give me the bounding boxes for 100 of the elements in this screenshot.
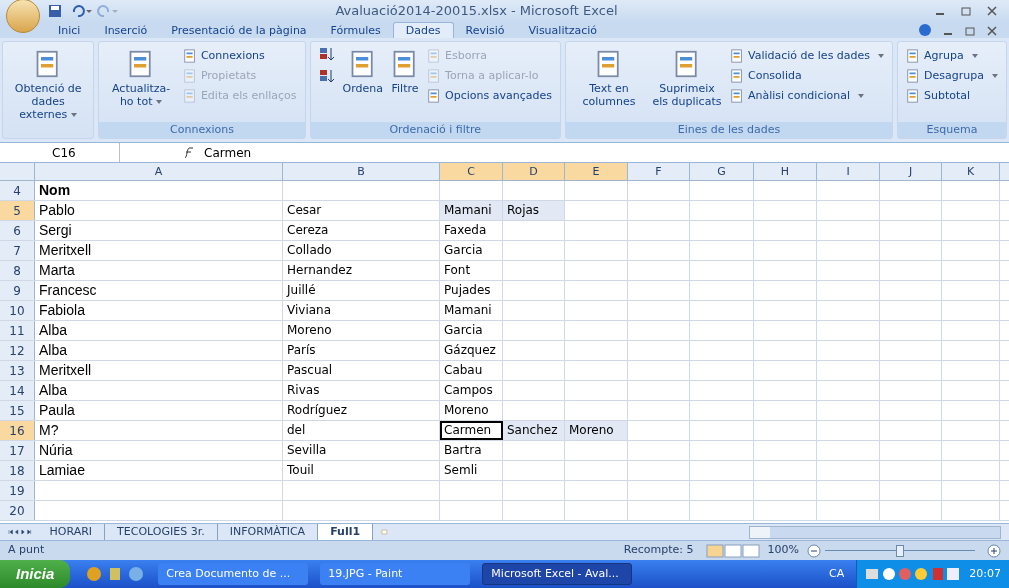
ribbon-tab[interactable]: Inserció	[92, 22, 160, 38]
table-cell[interactable]: Carmen	[440, 421, 503, 440]
table-cell[interactable]: Garcia	[440, 321, 503, 340]
table-cell[interactable]: Juillé	[283, 281, 440, 300]
language-indicator[interactable]: CA	[817, 565, 857, 583]
ribbon-button[interactable]: Filtre	[387, 46, 424, 95]
table-cell[interactable]: Hernandez	[283, 261, 440, 280]
table-cell[interactable]: Rojas	[503, 201, 565, 220]
table-cell[interactable]: Fabiola	[35, 301, 283, 320]
row-header[interactable]: 8	[0, 261, 35, 280]
table-cell[interactable]: Rodríguez	[283, 401, 440, 420]
row-header[interactable]: 16	[0, 421, 35, 440]
ribbon-button[interactable]: Suprimeix els duplicats	[647, 46, 726, 108]
ribbon-button[interactable]: Ordena	[338, 46, 388, 95]
row-header[interactable]: 14	[0, 381, 35, 400]
table-cell[interactable]: Alba	[35, 381, 283, 400]
column-header[interactable]: G	[690, 163, 754, 180]
column-header[interactable]: D	[503, 163, 565, 180]
ribbon-button[interactable]: Desagrupa	[902, 66, 1002, 86]
name-box[interactable]: C16	[0, 143, 120, 162]
ribbon-tab[interactable]: Fórmules	[318, 22, 393, 38]
table-cell[interactable]: Marta	[35, 261, 283, 280]
ribbon-tab[interactable]: Visualització	[516, 22, 610, 38]
ribbon-button[interactable]: Obtenció de dades externes	[7, 46, 90, 121]
row-header[interactable]: 13	[0, 361, 35, 380]
table-cell[interactable]: Moreno	[440, 401, 503, 420]
table-cell[interactable]: Mamani	[440, 201, 503, 220]
ribbon-button[interactable]: Actualitza-ho tot	[103, 46, 179, 108]
row-header[interactable]: 17	[0, 441, 35, 460]
formula-field[interactable]: Carmen	[200, 143, 1009, 162]
row-header[interactable]: 20	[0, 501, 35, 520]
column-header[interactable]: J	[880, 163, 942, 180]
table-cell[interactable]: Moreno	[565, 421, 628, 440]
ribbon-button[interactable]: Opcions avançades	[423, 86, 556, 106]
table-cell[interactable]: Cereza	[283, 221, 440, 240]
row-header[interactable]: 15	[0, 401, 35, 420]
table-cell[interactable]: Sevilla	[283, 441, 440, 460]
table-cell[interactable]: Francesc	[35, 281, 283, 300]
row-header[interactable]: 11	[0, 321, 35, 340]
column-header[interactable]: I	[817, 163, 880, 180]
table-cell[interactable]: Viviana	[283, 301, 440, 320]
table-cell[interactable]: Cabau	[440, 361, 503, 380]
ribbon-button[interactable]: Subtotal	[902, 86, 1002, 106]
table-cell[interactable]: Faxeda	[440, 221, 503, 240]
table-cell[interactable]: del	[283, 421, 440, 440]
row-header[interactable]: 5	[0, 201, 35, 220]
column-header[interactable]: K	[942, 163, 1000, 180]
ribbon-tab[interactable]: Dades	[392, 22, 454, 38]
table-cell[interactable]: Alba	[35, 341, 283, 360]
ribbon-tab[interactable]: Revisió	[453, 22, 517, 38]
taskbar-button[interactable]: Crea Documento de ...	[158, 563, 309, 585]
column-header[interactable]: A	[35, 163, 283, 180]
row-header[interactable]: 10	[0, 301, 35, 320]
row-header[interactable]: 9	[0, 281, 35, 300]
row-header[interactable]: 6	[0, 221, 35, 240]
taskbar-button[interactable]: Microsoft Excel - Aval...	[482, 563, 633, 585]
table-cell[interactable]: Campos	[440, 381, 503, 400]
table-cell[interactable]: Pujades	[440, 281, 503, 300]
ribbon-button[interactable]: Connexions	[178, 46, 301, 66]
taskbar-button[interactable]: 19.JPG - Paint	[320, 563, 471, 585]
column-header[interactable]: F	[628, 163, 690, 180]
ribbon-tab[interactable]: Presentació de la pàgina	[159, 22, 319, 38]
table-cell[interactable]: M?	[35, 421, 283, 440]
table-cell[interactable]: Gázquez	[440, 341, 503, 360]
column-header[interactable]: H	[754, 163, 817, 180]
table-cell[interactable]: Alba	[35, 321, 283, 340]
table-cell[interactable]: Mamani	[440, 301, 503, 320]
table-cell[interactable]: París	[283, 341, 440, 360]
table-cell[interactable]: Sergi	[35, 221, 283, 240]
zoom-level[interactable]: 100%	[759, 542, 807, 559]
table-cell[interactable]: Lamiae	[35, 461, 283, 480]
ribbon-button[interactable]: Consolida	[726, 66, 889, 86]
table-cell[interactable]: Meritxell	[35, 361, 283, 380]
table-cell[interactable]: Font	[440, 261, 503, 280]
ribbon-button[interactable]: Anàlisi condicional	[726, 86, 889, 106]
table-cell[interactable]: Meritxell	[35, 241, 283, 260]
table-cell[interactable]: Núria	[35, 441, 283, 460]
ribbon-button[interactable]: Text en columnes	[569, 46, 648, 108]
table-cell[interactable]: Sanchez	[503, 421, 565, 440]
ribbon-tab[interactable]: Inici	[46, 22, 93, 38]
ribbon-button[interactable]: Validació de les dades	[726, 46, 889, 66]
row-header[interactable]: 19	[0, 481, 35, 500]
table-cell[interactable]: Garcia	[440, 241, 503, 260]
row-header[interactable]: 7	[0, 241, 35, 260]
table-cell[interactable]: Semli	[440, 461, 503, 480]
column-header[interactable]: E	[565, 163, 628, 180]
table-cell[interactable]: Rivas	[283, 381, 440, 400]
table-cell[interactable]: Moreno	[283, 321, 440, 340]
table-cell[interactable]: Touil	[283, 461, 440, 480]
table-cell[interactable]: Collado	[283, 241, 440, 260]
row-header[interactable]: 18	[0, 461, 35, 480]
table-cell[interactable]: Bartra	[440, 441, 503, 460]
row-header[interactable]: 12	[0, 341, 35, 360]
table-cell[interactable]: Pablo	[35, 201, 283, 220]
table-cell[interactable]: Nom	[35, 181, 283, 200]
row-header[interactable]: 4	[0, 181, 35, 200]
table-cell[interactable]: Pascual	[283, 361, 440, 380]
ribbon-button[interactable]: Agrupa	[902, 46, 1002, 66]
column-header[interactable]: C	[440, 163, 503, 180]
sheet-tab[interactable]: Full1	[318, 523, 374, 541]
